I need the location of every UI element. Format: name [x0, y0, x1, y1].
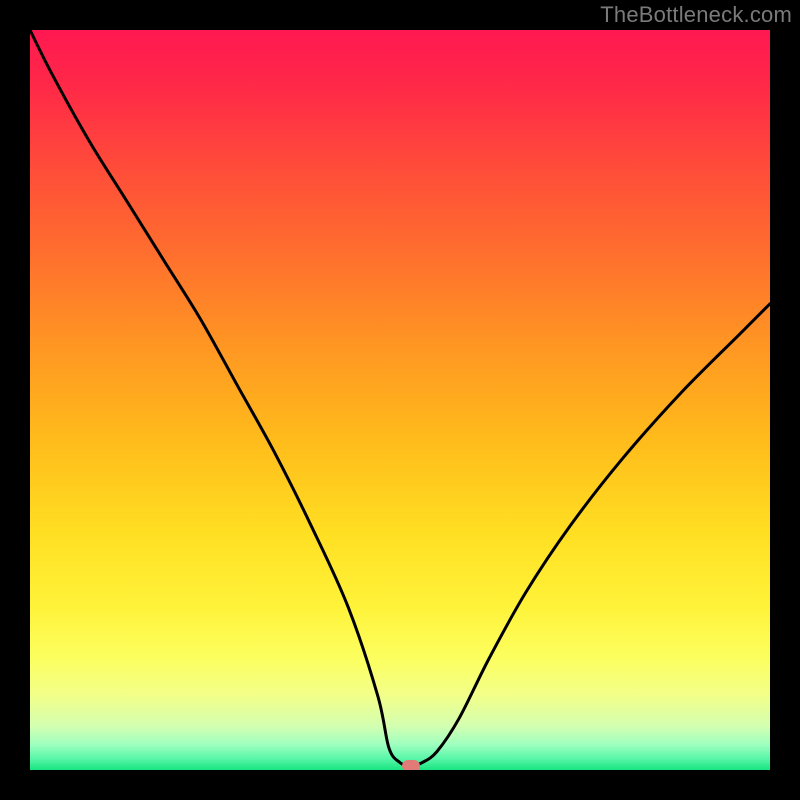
optimal-point-marker	[402, 760, 420, 770]
chart-frame: TheBottleneck.com	[0, 0, 800, 800]
watermark-text: TheBottleneck.com	[600, 2, 792, 28]
plot-svg	[30, 30, 770, 770]
gradient-background	[30, 30, 770, 770]
plot-area	[30, 30, 770, 770]
